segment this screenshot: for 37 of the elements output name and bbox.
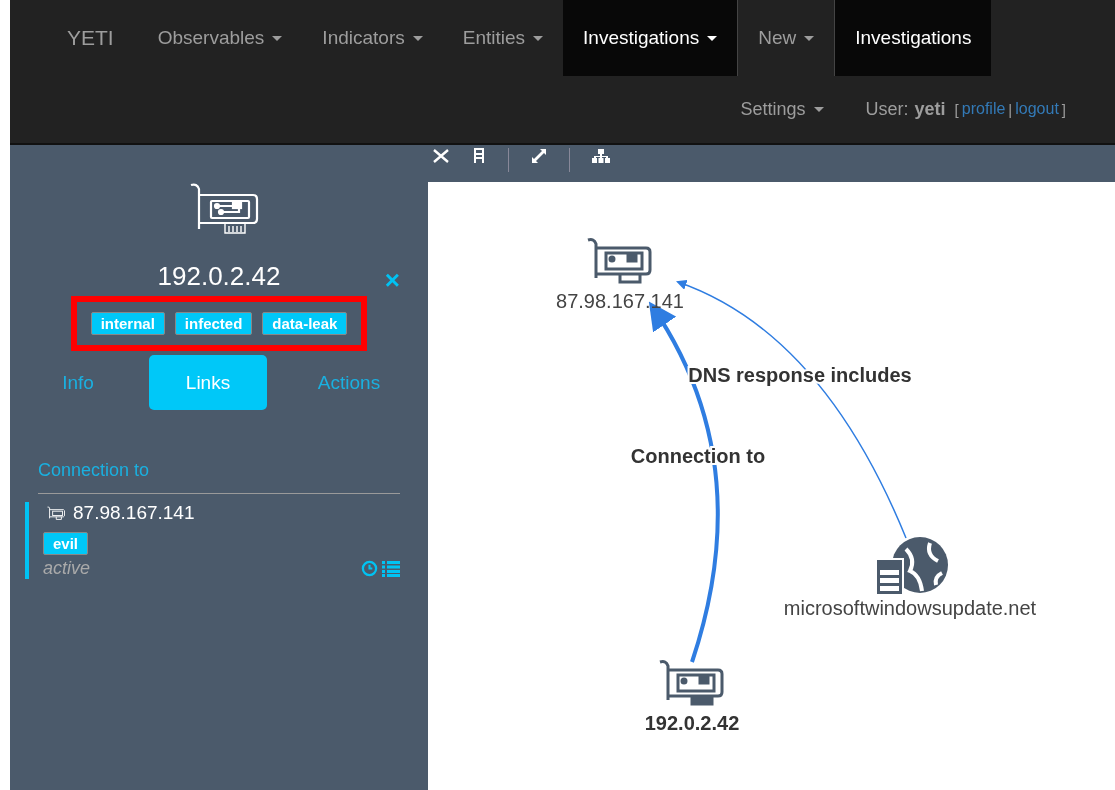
tag[interactable]: infected (174, 312, 253, 335)
profile-link[interactable]: profile (961, 100, 1006, 118)
tag[interactable]: data-leak (262, 312, 348, 335)
settings-menu[interactable]: Settings (740, 98, 824, 120)
clock-icon[interactable] (361, 560, 378, 577)
nav-menu-item[interactable]: Indicators (302, 0, 443, 76)
separator-text: | (1008, 100, 1013, 118)
nav-menu-item[interactable]: Investigations (563, 0, 738, 76)
logout-link[interactable]: logout (1015, 100, 1059, 118)
server-globe-icon[interactable] (875, 537, 948, 596)
network-card-icon[interactable] (658, 660, 724, 706)
node-title: 192.0.2.42 (157, 261, 281, 291)
username: yeti (914, 98, 946, 120)
list-icon[interactable] (382, 560, 400, 577)
nav-menu-item[interactable]: Entities (442, 0, 564, 76)
brand-logo[interactable]: YETI (57, 0, 138, 76)
tab[interactable]: Actions (279, 355, 419, 410)
close-button[interactable]: × (384, 265, 400, 296)
tag[interactable]: evil (43, 532, 89, 555)
tab[interactable]: Links (149, 355, 267, 410)
status-text: active (43, 558, 91, 579)
tab[interactable]: Info (19, 355, 137, 410)
bracket-text: [ (954, 100, 959, 118)
nav-menu-item[interactable]: Investigations (835, 0, 992, 76)
network-card-icon (47, 505, 65, 521)
node-label: microsoftwindowsupdate.net (783, 597, 1037, 620)
tag[interactable]: internal (90, 312, 165, 335)
expand-icon[interactable] (531, 148, 547, 164)
nav-menu-item[interactable]: Observables (137, 0, 303, 76)
network-card-icon[interactable] (586, 238, 652, 284)
hierarchy-icon[interactable] (592, 148, 610, 164)
node-label: 192.0.2.42 (644, 712, 740, 735)
bracket-text: ] (1061, 100, 1066, 118)
user-label: User: (865, 98, 909, 120)
section-heading: Connection to (38, 460, 400, 494)
link-target[interactable]: 87.98.167.141 (73, 502, 195, 524)
node-label: 87.98.167.141 (556, 290, 684, 313)
